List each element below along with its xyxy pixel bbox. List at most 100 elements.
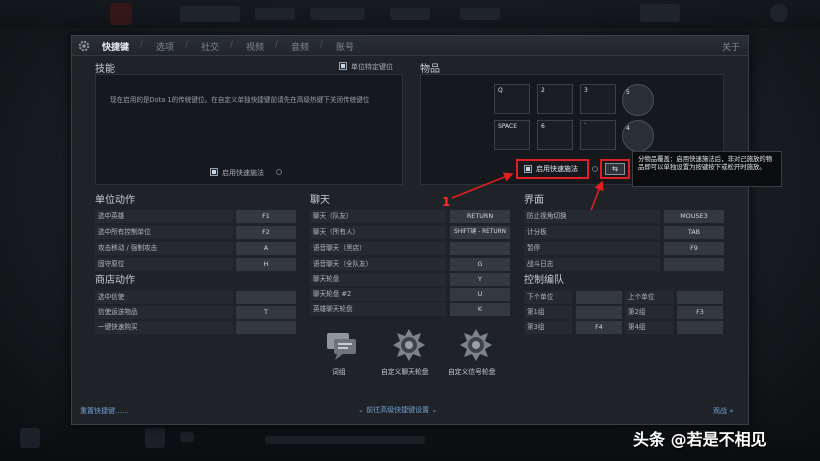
watermark: 头条 @若是不相见 xyxy=(633,430,767,449)
binding-label: 聊天（所有人） xyxy=(310,226,446,239)
binding-key[interactable]: G xyxy=(450,258,510,271)
binding-label: 选中英雄 xyxy=(95,210,233,223)
advanced-hotkeys-label: 前往高级快捷键设置 xyxy=(366,406,430,414)
binding-key[interactable]: RETURN xyxy=(450,210,510,223)
items-title: 物品 xyxy=(420,64,440,75)
tab-account[interactable]: 账号 xyxy=(336,40,354,53)
reset-hotkeys-link[interactable]: 重置快捷键…… xyxy=(80,406,129,416)
binding-label: 防止视角切换 xyxy=(524,210,660,223)
items-quickcast-checkbox[interactable] xyxy=(524,165,532,173)
item-slot-key: 6 xyxy=(541,123,545,130)
binding-key[interactable]: SHIFT键 - RETURN xyxy=(450,226,510,239)
binding-key[interactable] xyxy=(677,321,723,334)
tab-hotkeys[interactable]: 快捷键 xyxy=(102,40,129,53)
binding-label: 固守原位 xyxy=(95,258,233,271)
binding-label: 信使运送物品 xyxy=(95,306,233,319)
binding-key[interactable]: F4 xyxy=(576,321,622,334)
chat-bubble-icon[interactable] xyxy=(325,331,359,361)
binding-key[interactable]: Y xyxy=(450,273,510,286)
info-icon[interactable] xyxy=(276,169,282,175)
item-override-toggle[interactable]: ⇆ xyxy=(605,163,625,175)
background-blur xyxy=(265,436,425,444)
advanced-hotkeys-link[interactable]: ⌄ 前往高级快捷键设置 ⌄ xyxy=(358,405,437,415)
binding-key[interactable]: U xyxy=(450,288,510,301)
item-slot-key: 5 xyxy=(626,89,630,96)
binding-label: 暂停 xyxy=(524,242,660,255)
item-slot[interactable]: SPACE xyxy=(494,120,530,150)
binding-key[interactable] xyxy=(677,291,723,304)
signal-wheel-icon[interactable] xyxy=(459,328,493,362)
skills-quickcast-checkbox[interactable] xyxy=(210,168,218,176)
skills-title: 技能 xyxy=(95,64,115,75)
binding-label: 聊天（队友） xyxy=(310,210,446,223)
binding-label: 第4组 xyxy=(625,321,673,334)
spectate-link[interactable]: 观战 » xyxy=(713,406,734,416)
binding-key[interactable]: MOUSE3 xyxy=(664,210,724,223)
binding-key[interactable] xyxy=(664,258,724,271)
binding-label: 一键快速购买 xyxy=(95,321,233,334)
item-slot[interactable]: Q xyxy=(494,84,530,114)
binding-label: 语音聊天（全队友） xyxy=(310,258,446,271)
double-chevron-right-icon: » xyxy=(727,407,734,415)
background-blur xyxy=(145,428,165,448)
binding-key[interactable]: H xyxy=(236,258,296,271)
item-slot-key: SPACE xyxy=(498,123,518,130)
tab-audio[interactable]: 音频 xyxy=(291,40,309,53)
binding-key[interactable]: K xyxy=(450,303,510,316)
wheel-label: 自定义信号轮盘 xyxy=(448,368,496,376)
binding-label: 第2组 xyxy=(625,306,673,319)
tab-separator: / xyxy=(275,40,279,50)
binding-key[interactable] xyxy=(576,306,622,319)
tab-video[interactable]: 视频 xyxy=(246,40,264,53)
binding-key[interactable]: F3 xyxy=(677,306,723,319)
item-slot-key: ` xyxy=(584,123,587,130)
binding-key[interactable] xyxy=(236,291,296,304)
binding-label: 选中信使 xyxy=(95,291,233,304)
item-slot-key: 2 xyxy=(541,87,545,94)
neutral-item-slot[interactable]: 5 xyxy=(622,84,654,116)
binding-key[interactable]: F2 xyxy=(236,226,296,239)
binding-key[interactable]: F9 xyxy=(664,242,724,255)
gear-icon[interactable] xyxy=(77,39,91,53)
items-quickcast-label: 启用快速施法 xyxy=(536,165,578,173)
item-slot-key: 3 xyxy=(584,87,588,94)
tp-scroll-slot[interactable]: 4 xyxy=(622,120,654,152)
item-slot[interactable]: 6 xyxy=(537,120,573,150)
binding-key[interactable] xyxy=(450,242,510,255)
binding-key[interactable]: T xyxy=(236,306,296,319)
item-slot[interactable]: 3 xyxy=(580,84,616,114)
background-blur xyxy=(640,4,680,22)
chat-wheel-icon[interactable] xyxy=(392,328,426,362)
screen: 快捷键 / 选项 / 社交 / 视频 / 音频 / 账号 关于 技能 单位特定键… xyxy=(0,0,820,461)
binding-key[interactable] xyxy=(576,291,622,304)
background-blur xyxy=(255,8,295,20)
binding-label: 选中所有控制单位 xyxy=(95,226,233,239)
skills-quickcast-label: 启用快速施法 xyxy=(222,169,264,177)
tab-options[interactable]: 选项 xyxy=(156,40,174,53)
binding-label: 第3组 xyxy=(524,321,572,334)
about-link[interactable]: 关于 xyxy=(722,40,740,53)
binding-key[interactable] xyxy=(236,321,296,334)
binding-key[interactable]: TAB xyxy=(664,226,724,239)
interface-title: 界面 xyxy=(524,195,544,206)
binding-key[interactable]: A xyxy=(236,242,296,255)
chat-title: 聊天 xyxy=(310,195,330,206)
binding-label: 语音聊天（黑店） xyxy=(310,242,446,255)
background-blur xyxy=(180,432,194,442)
unit-specific-checkbox[interactable] xyxy=(339,62,347,70)
item-slot[interactable]: ` xyxy=(580,120,616,150)
binding-label: 第1组 xyxy=(524,306,572,319)
unit-actions-title: 单位动作 xyxy=(95,195,135,206)
item-slot[interactable]: 2 xyxy=(537,84,573,114)
wheel-label: 词组 xyxy=(332,368,346,376)
tab-social[interactable]: 社交 xyxy=(201,40,219,53)
info-icon[interactable] xyxy=(592,166,598,172)
annotation-number-1: 1 xyxy=(442,195,451,209)
binding-label: 攻击移动 / 强制攻击 xyxy=(95,242,233,255)
control-groups-title: 控制编队 xyxy=(524,275,564,286)
tab-separator: / xyxy=(320,40,324,50)
binding-key[interactable]: F1 xyxy=(236,210,296,223)
background-blur xyxy=(390,8,430,20)
skills-description: 现在启用的是Dota 1的传统键位。在自定义单独快捷键前请先在高级热键下关闭传统… xyxy=(110,96,370,104)
binding-label: 英雄聊天轮盘 xyxy=(310,303,446,316)
